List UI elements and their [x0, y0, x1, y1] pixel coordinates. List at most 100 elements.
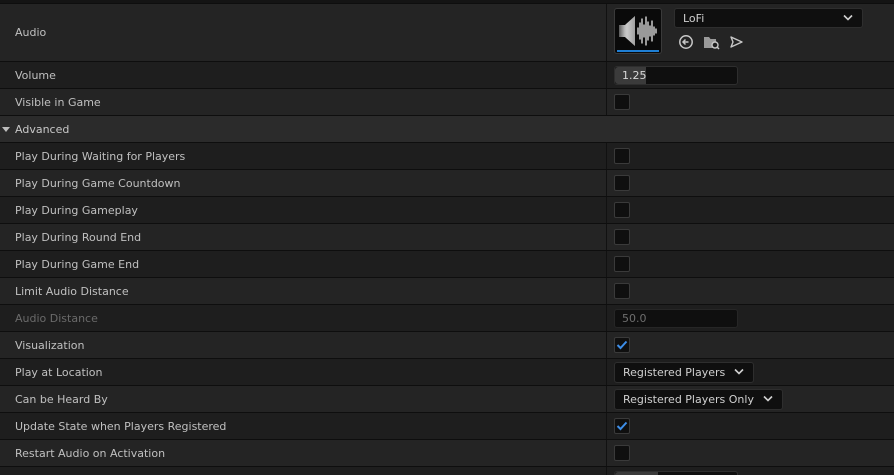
checkmark-icon [616, 340, 628, 350]
audio-asset-thumbnail[interactable] [614, 8, 662, 54]
play-during-countdown-value [614, 170, 630, 196]
play-during-waiting-label: Play During Waiting for Players [15, 149, 186, 163]
play-during-game-end-value [614, 251, 630, 277]
playback-speed-row: Playback Speed [0, 466, 894, 475]
limit-audio-distance-checkbox[interactable] [614, 283, 630, 299]
play-during-gameplay-checkbox[interactable] [614, 202, 630, 218]
chevron-down-icon [762, 395, 774, 403]
update-state-registered-checkbox[interactable] [614, 418, 630, 434]
column-splitter[interactable] [606, 386, 607, 412]
use-selected-asset-button[interactable] [677, 34, 695, 50]
use-selected-asset-icon [679, 35, 693, 49]
chevron-down-icon [733, 368, 745, 376]
audio-distance-input [615, 309, 737, 327]
details-panel: Audio LoFi Volume 1.25 Visible in Game A… [0, 0, 894, 475]
play-during-waiting-checkbox[interactable] [614, 148, 630, 164]
playback-speed-value [614, 467, 738, 475]
browse-to-asset-button[interactable] [702, 34, 720, 50]
restart-audio-activation-value [614, 440, 630, 466]
column-splitter[interactable] [606, 170, 607, 196]
column-splitter[interactable] [606, 332, 607, 358]
expand-arrow-icon[interactable] [2, 127, 10, 132]
play-during-game-end-checkbox[interactable] [614, 256, 630, 272]
speaker-waveform-icon [619, 16, 657, 46]
column-splitter[interactable] [606, 62, 607, 88]
play-during-round-end-checkbox[interactable] [614, 229, 630, 245]
play-at-location-combo[interactable]: Registered Players [614, 361, 755, 383]
column-splitter[interactable] [606, 305, 607, 331]
play-during-countdown-checkbox[interactable] [614, 175, 630, 191]
restart-audio-activation-checkbox[interactable] [614, 445, 630, 461]
audio-distance-row: Audio Distance [0, 304, 894, 331]
play-during-game-end-label: Play During Game End [15, 257, 140, 271]
update-state-registered-value [614, 413, 630, 439]
playback-speed-label: Playback Speed [15, 467, 102, 475]
can-be-heard-by-row: Can be Heard By Registered Players Only [0, 385, 894, 412]
column-splitter[interactable] [606, 467, 607, 475]
play-during-round-end-row: Play During Round End [0, 223, 894, 250]
advanced-label: Advanced [15, 122, 70, 136]
audio-asset-picker[interactable]: LoFi [674, 8, 863, 28]
audio-asset-name: LoFi [683, 11, 705, 25]
can-be-heard-by-label: Can be Heard By [15, 392, 108, 406]
update-state-registered-label: Update State when Players Registered [15, 419, 227, 433]
audio-distance-value [614, 305, 738, 331]
play-at-location-value: Registered Players [614, 359, 755, 385]
play-during-round-end-label: Play During Round End [15, 230, 142, 244]
restart-audio-activation-row: Restart Audio on Activation [0, 439, 894, 466]
column-splitter[interactable] [606, 359, 607, 385]
visible-in-game-row: Visible in Game [0, 88, 894, 115]
column-splitter[interactable] [606, 4, 607, 61]
browse-to-asset-icon [703, 37, 720, 50]
visualization-label: Visualization [15, 338, 85, 352]
column-splitter[interactable] [606, 89, 607, 115]
play-during-game-end-row: Play During Game End [0, 250, 894, 277]
can-be-heard-by-combo-text: Registered Players Only [623, 392, 754, 406]
visible-in-game-checkbox[interactable] [614, 94, 630, 110]
play-during-countdown-label: Play During Game Countdown [15, 176, 181, 190]
play-at-location-row: Play at Location Registered Players [0, 358, 894, 385]
play-during-round-end-value [614, 224, 630, 250]
column-splitter[interactable] [606, 413, 607, 439]
limit-audio-distance-value [614, 278, 630, 304]
play-sound-button[interactable] [727, 34, 745, 50]
update-state-registered-row: Update State when Players Registered [0, 412, 894, 439]
audio-asset-tools [677, 34, 752, 50]
column-splitter[interactable] [606, 278, 607, 304]
chevron-down-icon [843, 14, 853, 21]
volume-label: Volume [15, 68, 56, 82]
audio-distance-label: Audio Distance [15, 311, 98, 325]
advanced-category-header[interactable]: Advanced [0, 115, 894, 142]
volume-row: Volume [0, 61, 894, 88]
audio-distance-field [614, 308, 738, 328]
column-splitter[interactable] [606, 197, 607, 223]
play-during-gameplay-value [614, 197, 630, 223]
checkmark-icon [616, 421, 628, 431]
column-splitter[interactable] [606, 143, 607, 169]
play-sound-icon [730, 36, 743, 48]
play-at-location-combo-text: Registered Players [623, 365, 726, 379]
thumbnail-accent-bar [617, 50, 659, 52]
visualization-row: Visualization [0, 331, 894, 358]
can-be-heard-by-value: Registered Players Only [614, 386, 783, 412]
column-splitter[interactable] [606, 440, 607, 466]
limit-audio-distance-label: Limit Audio Distance [15, 284, 129, 298]
volume-input[interactable] [615, 66, 737, 84]
visible-in-game-value [614, 89, 630, 115]
column-splitter[interactable] [606, 224, 607, 250]
playback-speed-input[interactable] [615, 471, 737, 475]
play-during-gameplay-row: Play During Gameplay [0, 196, 894, 223]
column-splitter[interactable] [606, 251, 607, 277]
play-during-countdown-row: Play During Game Countdown [0, 169, 894, 196]
play-during-gameplay-label: Play During Gameplay [15, 203, 138, 217]
visualization-value [614, 332, 630, 358]
restart-audio-activation-label: Restart Audio on Activation [15, 446, 166, 460]
volume-field[interactable] [614, 65, 738, 85]
volume-value [614, 62, 738, 88]
visualization-checkbox[interactable] [614, 337, 630, 353]
play-during-waiting-value [614, 143, 630, 169]
visible-in-game-label: Visible in Game [15, 95, 101, 109]
limit-audio-distance-row: Limit Audio Distance [0, 277, 894, 304]
can-be-heard-by-combo[interactable]: Registered Players Only [614, 388, 783, 410]
playback-speed-field[interactable] [614, 470, 738, 475]
